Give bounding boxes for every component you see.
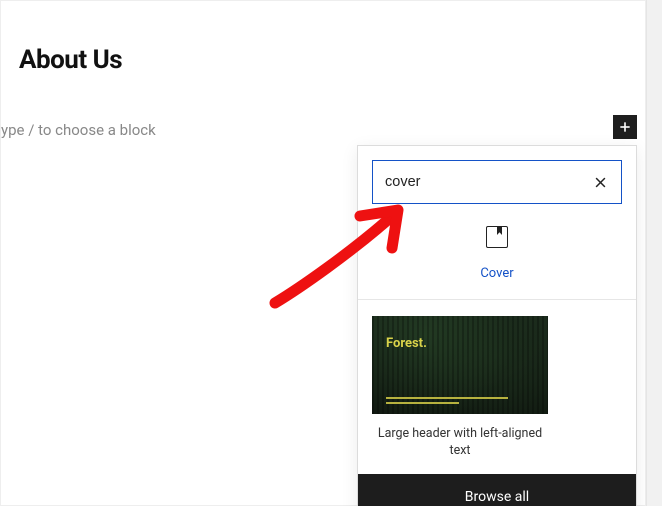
browse-all-button[interactable]: Browse all [358,474,636,506]
vertical-scrollbar[interactable] [646,0,662,506]
page-title[interactable]: About Us [19,45,122,75]
search-row [358,146,636,214]
plus-icon [617,119,633,135]
search-box [372,160,622,204]
block-search-input[interactable] [385,174,581,190]
editor-canvas: About Us ype / to choose a block Cover [0,0,646,506]
block-result-label: Cover [452,266,542,281]
block-placeholder-text[interactable]: ype / to choose a block [1,121,156,139]
pattern-thumbnail-title: Forest. [386,336,427,351]
pattern-section: Forest. Large header with left-aligned t… [358,300,636,474]
clear-search-button[interactable] [587,169,613,195]
block-inserter-popover: Cover Forest. Large header with left-ali… [357,145,637,506]
pattern-caption: Large header with left-aligned text [372,426,548,460]
pattern-thumbnail-text-lines [386,394,508,404]
page-root: About Us ype / to choose a block Cover [0,0,662,506]
add-block-button[interactable] [613,115,637,139]
close-icon [593,175,608,190]
cover-block-icon [486,226,508,248]
block-result-cover[interactable]: Cover [358,214,636,300]
pattern-thumbnail[interactable]: Forest. [372,316,548,414]
